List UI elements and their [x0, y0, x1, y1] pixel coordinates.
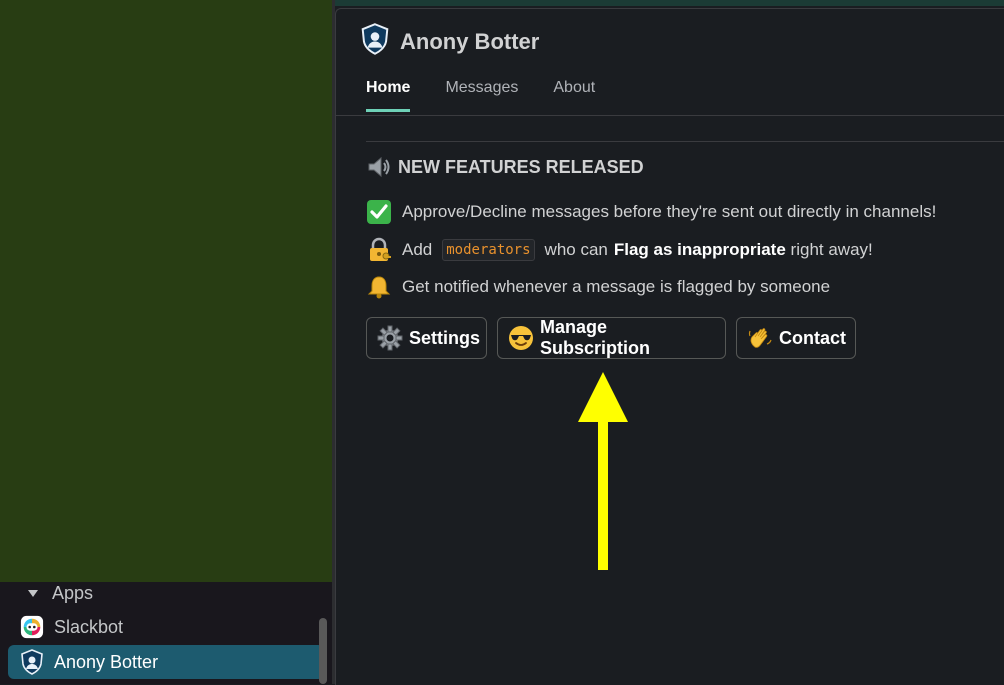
- feature-text: Approve/Decline messages before they're …: [402, 202, 937, 221]
- apps-section-header[interactable]: Apps: [28, 580, 93, 606]
- feature-item-approve: Approve/Decline messages before they're …: [366, 199, 936, 225]
- sidebar-item-anony-botter[interactable]: Anony Botter: [8, 645, 324, 679]
- caret-down-icon: [28, 589, 38, 597]
- feature-text-middle: who can: [544, 240, 608, 259]
- waving-hand-icon: [747, 325, 773, 351]
- manage-subscription-button[interactable]: Manage Subscription: [497, 317, 726, 359]
- tab-home[interactable]: Home: [366, 79, 411, 112]
- features-heading: NEW FEATURES RELEASED: [366, 154, 644, 180]
- yellow-arrow-up-icon: [576, 372, 630, 577]
- feature-text-suffix: right away!: [790, 240, 873, 259]
- app-home-panel: Anony Botter Home Messages About NEW FEA…: [335, 8, 1004, 685]
- check-mark-icon: [366, 199, 392, 225]
- content-divider: [366, 141, 1004, 142]
- app-tabs: Home Messages About: [366, 79, 595, 112]
- apps-section-label: Apps: [52, 582, 94, 603]
- app-header: Anony Botter: [360, 23, 539, 60]
- slackbot-icon: [20, 615, 44, 639]
- contact-button[interactable]: Contact: [736, 317, 856, 359]
- speaker-icon: [366, 154, 392, 180]
- gear-icon: [377, 325, 403, 351]
- bell-icon: [366, 274, 392, 300]
- feature-text: Get notified whenever a message is flagg…: [402, 277, 831, 296]
- moderators-code: moderators: [442, 239, 535, 261]
- feature-text-bold: Flag as inappropriate: [613, 240, 786, 259]
- anony-botter-shield-icon: [20, 649, 44, 675]
- sidebar-item-label: Slackbot: [54, 616, 124, 637]
- feature-item-moderators: Add moderators who can Flag as inappropr…: [366, 237, 873, 263]
- feature-item-notify: Get notified whenever a message is flagg…: [366, 274, 830, 300]
- anony-botter-shield-icon: [360, 23, 390, 60]
- feature-text-prefix: Add: [402, 240, 433, 259]
- manage-subscription-label: Manage Subscription: [540, 317, 651, 358]
- sidebar-item-label: Anony Botter: [54, 651, 159, 672]
- features-heading-text: NEW FEATURES RELEASED: [398, 156, 644, 177]
- settings-button[interactable]: Settings: [366, 317, 487, 359]
- sidebar: Apps Slackbot Anony Botter: [0, 0, 333, 684]
- tabs-divider: [336, 115, 1004, 116]
- contact-button-label: Contact: [779, 327, 846, 348]
- sidebar-empty-area: [0, 0, 333, 582]
- lock-key-icon: [366, 237, 392, 263]
- app-title[interactable]: Anony Botter: [400, 29, 539, 55]
- settings-button-label: Settings: [409, 327, 481, 348]
- sidebar-scrollbar[interactable]: [319, 618, 327, 684]
- tab-messages[interactable]: Messages: [445, 79, 518, 112]
- sidebar-item-slackbot[interactable]: Slackbot: [8, 610, 324, 644]
- sunglasses-face-icon: [508, 325, 534, 351]
- tab-about[interactable]: About: [553, 79, 595, 112]
